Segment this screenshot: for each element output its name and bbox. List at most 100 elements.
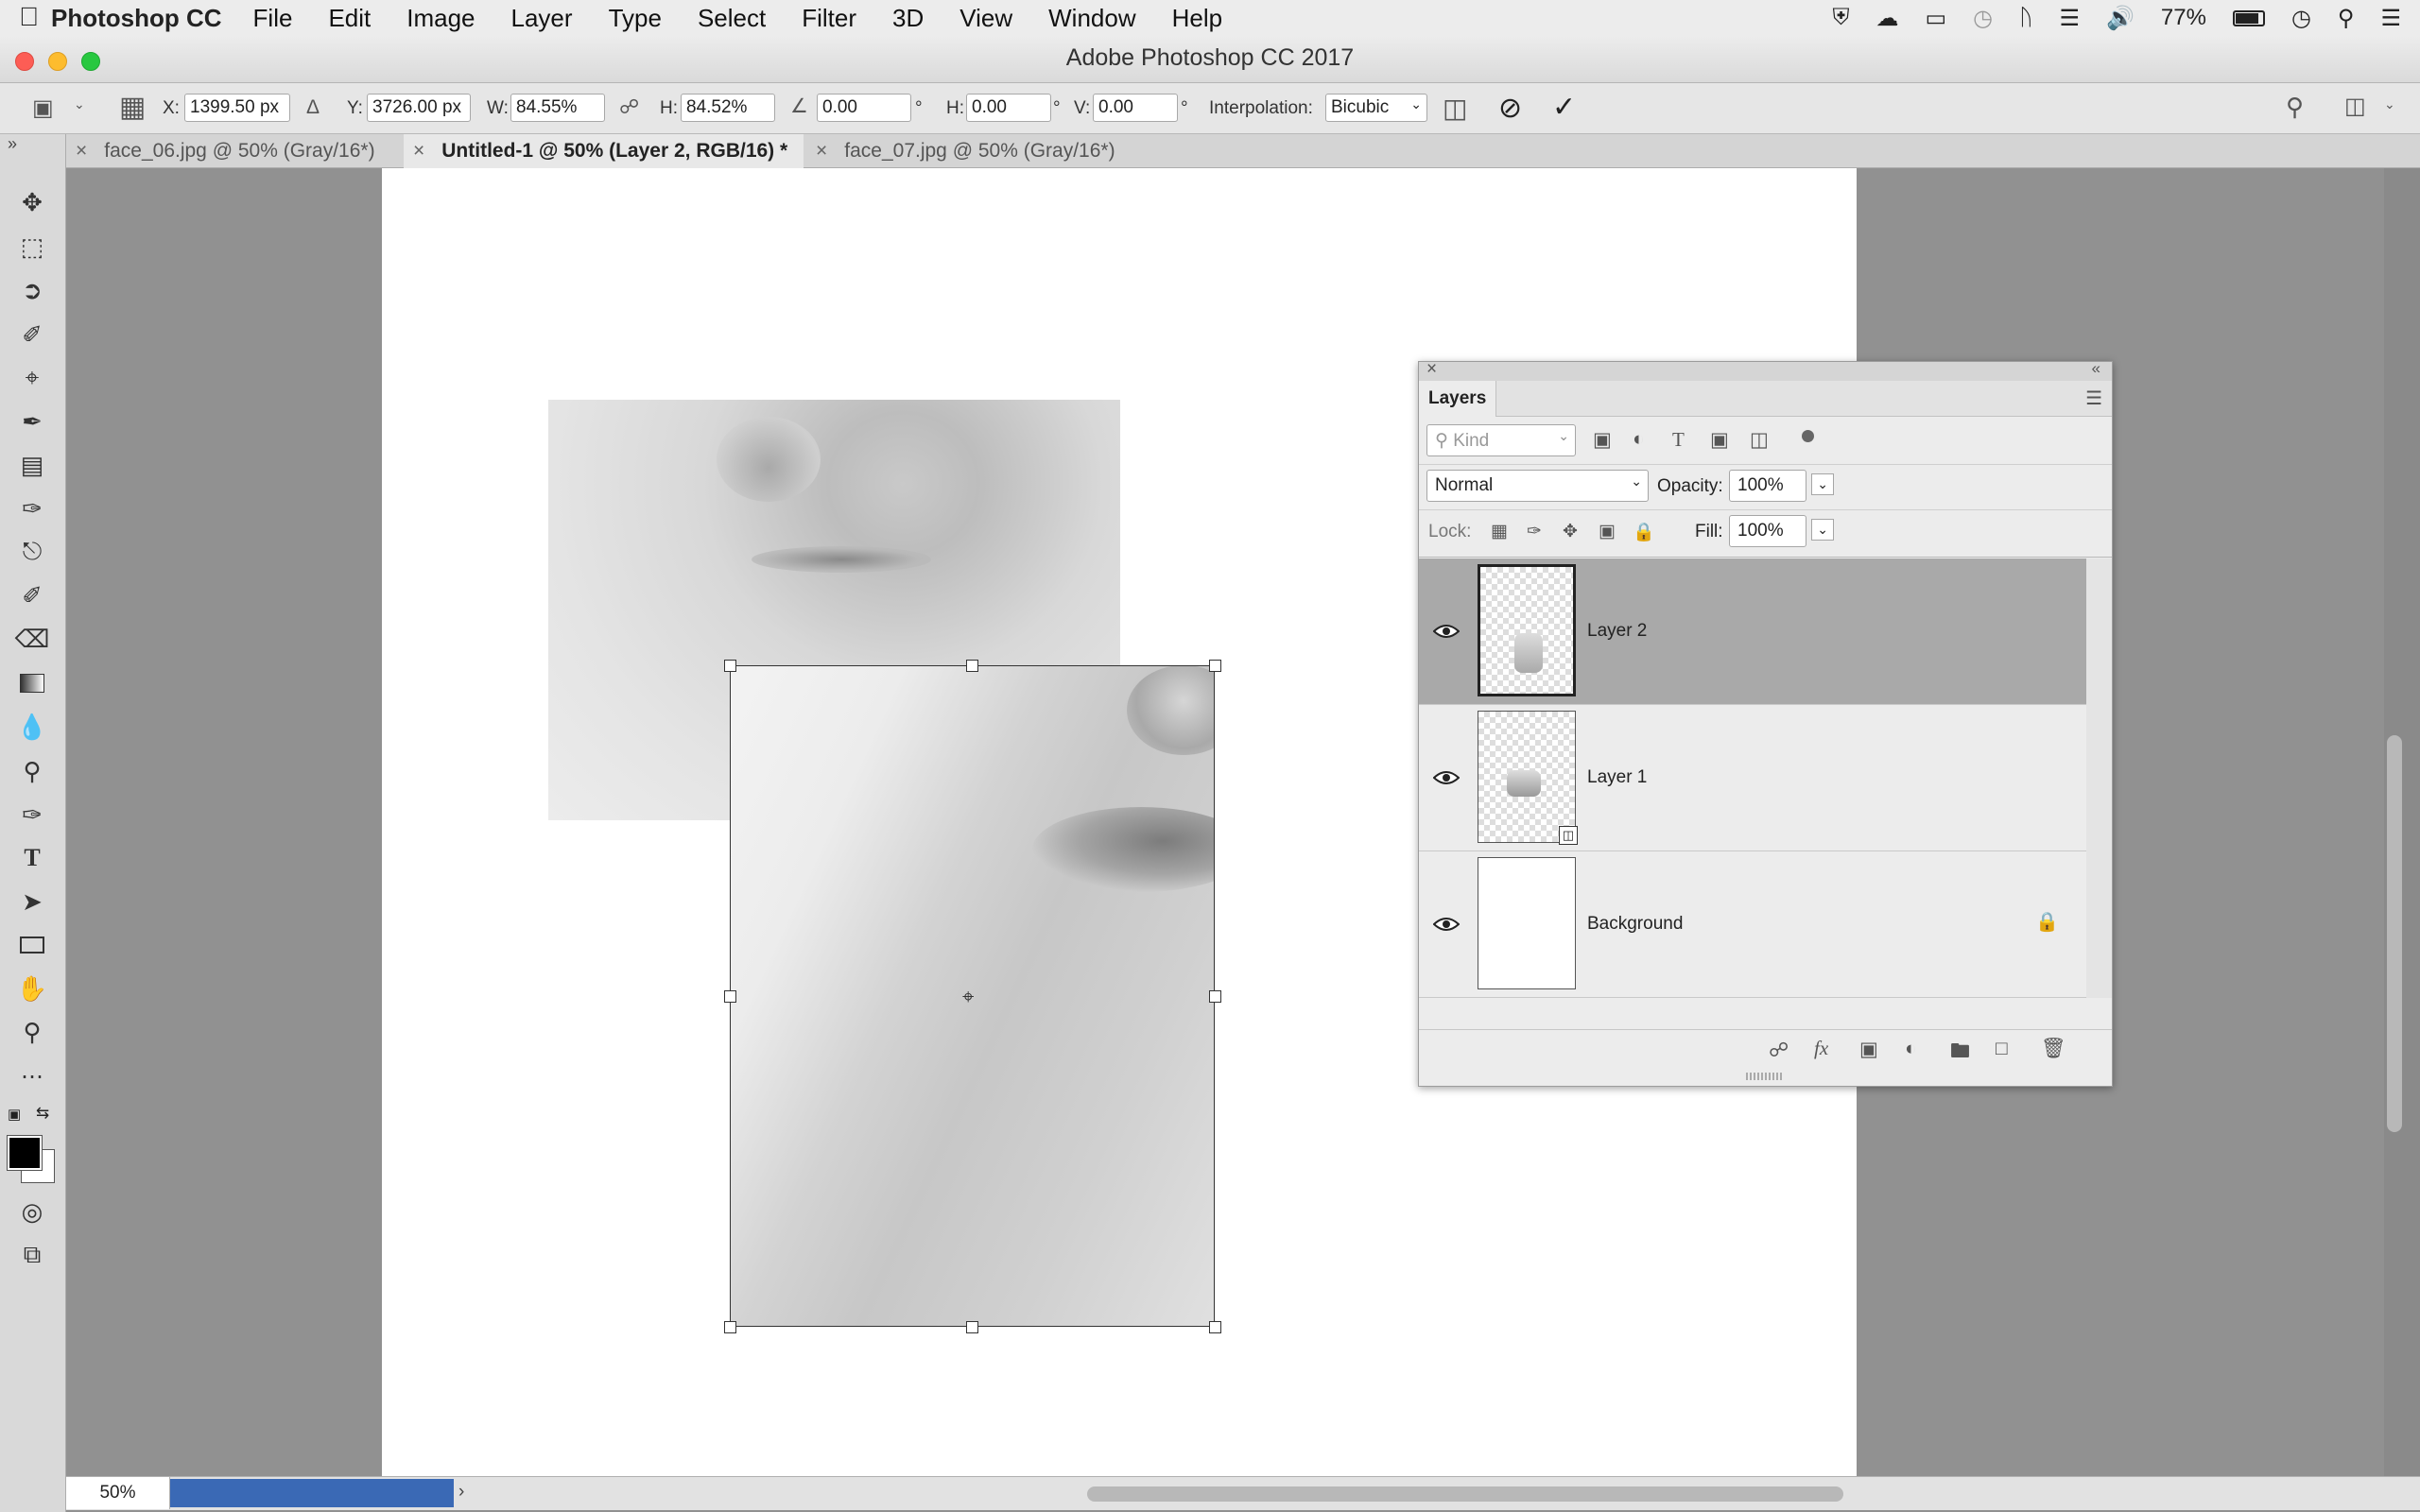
transform-handle-bottom[interactable]	[966, 1321, 978, 1333]
layer-row-layer-1[interactable]: ◫ Layer 1	[1419, 705, 2086, 851]
healing-brush-tool-icon[interactable]: ▤	[15, 448, 49, 482]
menu-help[interactable]: Help	[1172, 4, 1222, 33]
swap-colors-icon[interactable]: ⇆	[36, 1104, 49, 1123]
reference-point-icon[interactable]: ▦	[119, 91, 146, 124]
filter-toggle-icon[interactable]	[1802, 430, 1814, 442]
tab-face-07[interactable]: × face_07.jpg @ 50% (Gray/16*)	[806, 134, 1141, 168]
menu-layer[interactable]: Layer	[511, 4, 573, 33]
interpolation-select[interactable]: Bicubic ⌄	[1325, 94, 1427, 122]
transform-handle-top[interactable]	[966, 660, 978, 672]
tab-untitled-1[interactable]: × Untitled-1 @ 50% (Layer 2, RGB/16) *	[404, 134, 804, 168]
chevron-down-icon[interactable]: ⌄	[1811, 473, 1834, 495]
new-group-icon[interactable]: 🖿	[1950, 1038, 1970, 1071]
chevron-down-icon[interactable]: ⌄	[1811, 519, 1834, 541]
height-field[interactable]: 84.52%	[681, 94, 775, 122]
screen-mode-icon[interactable]: ⧉	[15, 1238, 49, 1272]
link-layers-icon[interactable]: ☍	[1769, 1039, 1789, 1062]
lock-artboard-icon[interactable]: ▣	[1599, 521, 1616, 542]
layer-row-layer-2[interactable]: Layer 2	[1419, 558, 2086, 705]
pen-tool-icon[interactable]: ✑	[15, 798, 49, 832]
foreground-color-swatch[interactable]	[7, 1135, 43, 1171]
dodge-tool-icon[interactable]: ⚲	[15, 754, 49, 788]
apple-icon[interactable]: 	[19, 2, 39, 32]
close-panel-icon[interactable]: ×	[1426, 359, 1437, 380]
filter-smart-objects-icon[interactable]: ◫	[1750, 428, 1769, 452]
visibility-eye-icon[interactable]	[1433, 769, 1460, 786]
resize-grip-icon[interactable]	[1746, 1073, 1784, 1080]
fx-layer-style-icon[interactable]: fx	[1814, 1037, 1828, 1060]
layer-thumbnail[interactable]	[1478, 564, 1576, 696]
zoom-tool-icon[interactable]: ⚲	[15, 1015, 49, 1049]
time-machine-icon[interactable]: ◷	[1973, 5, 1993, 32]
menu-filter[interactable]: Filter	[802, 4, 856, 33]
opacity-field[interactable]: 100% ⌄	[1729, 470, 1834, 502]
visibility-eye-icon[interactable]	[1433, 916, 1460, 933]
menu-image[interactable]: Image	[406, 4, 475, 33]
collapse-panel-icon[interactable]: «	[2092, 359, 2100, 378]
horizontal-scroll-thumb[interactable]	[1087, 1486, 1843, 1502]
battery-icon[interactable]	[2232, 9, 2265, 26]
close-icon[interactable]: ×	[76, 140, 87, 162]
wifi-icon[interactable]: ☰	[2060, 5, 2081, 32]
path-selection-tool-icon[interactable]: ➤	[15, 885, 49, 919]
panel-menu-icon[interactable]: ☰	[2085, 387, 2102, 410]
blur-tool-icon[interactable]: 💧	[15, 710, 49, 744]
layer-name[interactable]: Layer 2	[1587, 621, 1647, 642]
warp-mode-icon[interactable]: ◫	[1443, 93, 1467, 124]
transform-handle-right[interactable]	[1209, 990, 1221, 1003]
vertical-scroll-thumb[interactable]	[2387, 735, 2402, 1132]
menu-edit[interactable]: Edit	[328, 4, 371, 33]
edit-toolbar-icon[interactable]: ⋯	[15, 1059, 49, 1093]
transform-handle-bottom-right[interactable]	[1209, 1321, 1221, 1333]
search-icon[interactable]: ⚲	[2286, 93, 2304, 122]
marquee-tool-icon[interactable]: ⬚	[15, 230, 49, 264]
clock-icon[interactable]: ◷	[2291, 5, 2311, 32]
x-position-field[interactable]: 1399.50 px	[184, 94, 290, 122]
filter-type-layers-icon[interactable]: T	[1672, 428, 1685, 452]
menu-select[interactable]: Select	[698, 4, 766, 33]
app-menu[interactable]: Photoshop CC	[51, 4, 222, 33]
close-icon[interactable]: ×	[816, 140, 827, 162]
reference-point-crosshair-icon[interactable]: ⌖	[962, 985, 974, 1009]
layer-name[interactable]: Background	[1587, 914, 1683, 935]
menu-3d[interactable]: 3D	[892, 4, 924, 33]
adjustment-layer-icon[interactable]: ◐	[1905, 1038, 1917, 1060]
transform-handle-top-right[interactable]	[1209, 660, 1221, 672]
layer-name[interactable]: Layer 1	[1587, 767, 1647, 788]
gradient-tool-icon[interactable]	[15, 666, 49, 700]
transform-handle-top-left[interactable]	[724, 660, 736, 672]
delta-relative-icon[interactable]: Δ	[306, 96, 320, 119]
fill-field[interactable]: 100% ⌄	[1729, 515, 1834, 547]
cloud-icon[interactable]: ☁	[1876, 5, 1898, 32]
blend-mode-select[interactable]: Normal ⌄	[1426, 470, 1649, 502]
move-tool-icon[interactable]: ✥	[15, 185, 49, 219]
chevron-down-icon[interactable]: ⌄	[2384, 96, 2395, 112]
notification-center-icon[interactable]: ☰	[2380, 5, 2401, 32]
layers-scrollbar[interactable]	[2086, 558, 2112, 998]
clone-stamp-tool-icon[interactable]: ⎋	[15, 535, 49, 569]
menu-file[interactable]: File	[253, 4, 293, 33]
history-brush-tool-icon[interactable]: ✐	[15, 578, 49, 612]
new-layer-icon[interactable]: □	[1996, 1038, 2008, 1060]
width-field[interactable]: 84.55%	[510, 94, 605, 122]
tab-face-06[interactable]: × face_06.jpg @ 50% (Gray/16*)	[66, 134, 401, 168]
horizontal-skew-field[interactable]: 0.00	[966, 94, 1051, 122]
layer-row-background[interactable]: Background 🔒	[1419, 851, 2086, 998]
menu-type[interactable]: Type	[609, 4, 662, 33]
workspace-icon[interactable]: ◫	[2344, 93, 2366, 120]
vertical-scrollbar[interactable]	[2384, 168, 2420, 1476]
menu-window[interactable]: Window	[1048, 4, 1135, 33]
cancel-transform-icon[interactable]: ⊘	[1498, 92, 1522, 125]
vertical-skew-field[interactable]: 0.00	[1093, 94, 1178, 122]
filter-shape-layers-icon[interactable]: ▣	[1710, 428, 1729, 452]
brush-tool-icon[interactable]: ✑	[15, 491, 49, 525]
eyedropper-tool-icon[interactable]: ✒	[15, 404, 49, 438]
filter-adjustment-layers-icon[interactable]: ◐	[1633, 428, 1645, 451]
expand-panel-icon[interactable]: »	[8, 134, 17, 154]
chevron-down-icon[interactable]: ⌄	[74, 96, 85, 112]
chevron-right-icon[interactable]: ›	[458, 1482, 464, 1503]
filter-pixel-layers-icon[interactable]: ▣	[1593, 428, 1612, 452]
eraser-tool-icon[interactable]: ⌫	[15, 622, 50, 656]
airplay-icon[interactable]: ▭	[1925, 5, 1946, 32]
hand-tool-icon[interactable]: ✋	[15, 971, 49, 1005]
